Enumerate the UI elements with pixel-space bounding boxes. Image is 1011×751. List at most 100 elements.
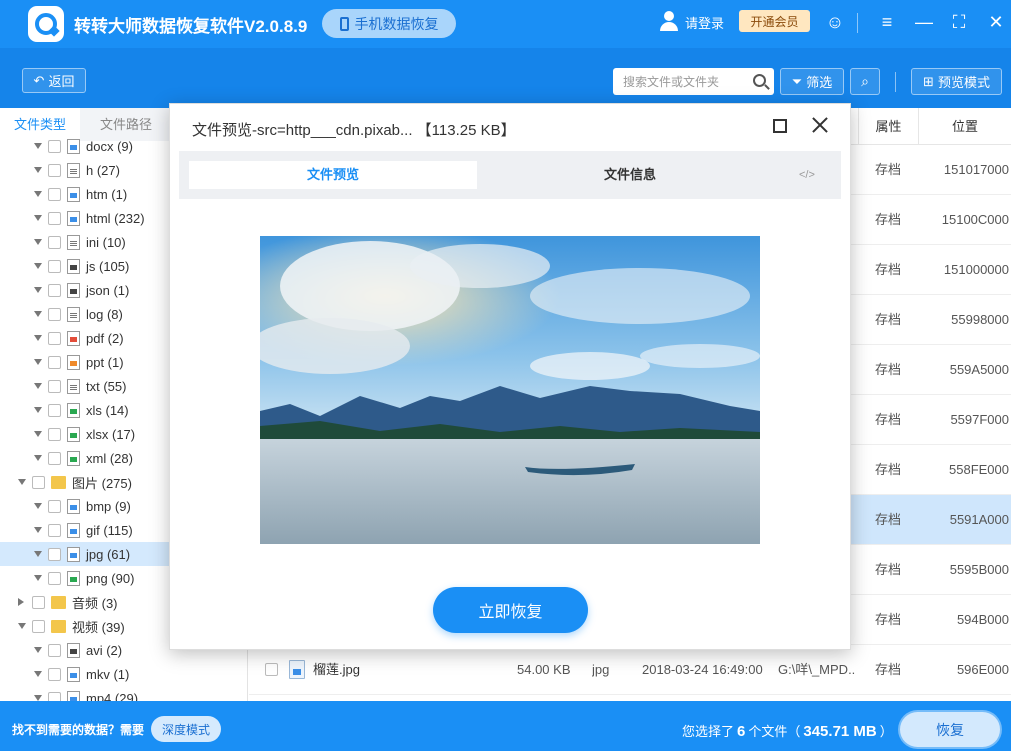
item-checkbox[interactable]: [48, 283, 61, 297]
row-checkbox[interactable]: [265, 663, 278, 676]
selected-prefix: 您选择了: [682, 724, 735, 739]
item-checkbox[interactable]: [48, 379, 61, 393]
item-checkbox[interactable]: [48, 163, 61, 177]
expand-arrow-icon[interactable]: [34, 143, 42, 149]
user-icon[interactable]: [660, 11, 678, 31]
item-checkbox[interactable]: [48, 427, 61, 441]
attr-cell: 存档: [874, 362, 901, 377]
dialog-close-icon[interactable]: [811, 116, 829, 134]
header-attr[interactable]: 属性: [858, 108, 918, 145]
file-type-icon: [67, 426, 80, 442]
search-icon[interactable]: [753, 74, 766, 87]
expand-arrow-icon[interactable]: [34, 383, 42, 389]
recover-now-button[interactable]: 立即恢复: [433, 587, 588, 633]
toolbar: ↶ 返回 ⏷ 筛选 ⌕ ⊞ 预览模式: [0, 48, 1011, 108]
expand-arrow-icon[interactable]: [34, 551, 42, 557]
expand-arrow-icon[interactable]: [34, 215, 42, 221]
expand-arrow-icon[interactable]: [34, 359, 42, 365]
filter-button[interactable]: ⏷ 筛选: [780, 68, 844, 95]
preview-mode-button[interactable]: ⊞ 预览模式: [911, 68, 1002, 95]
item-checkbox[interactable]: [48, 355, 61, 369]
item-checkbox[interactable]: [32, 619, 45, 633]
item-checkbox[interactable]: [48, 139, 61, 153]
sidebar-item-label: avi (2): [86, 642, 123, 658]
zoom-search-button[interactable]: ⌕: [850, 68, 880, 95]
expand-arrow-icon[interactable]: [18, 479, 26, 485]
login-link[interactable]: 请登录: [685, 13, 724, 32]
filter-icon: ⏷: [791, 73, 803, 89]
code-view-icon[interactable]: </>: [799, 161, 815, 189]
tab-file-preview[interactable]: 文件预览: [189, 161, 477, 189]
item-checkbox[interactable]: [48, 331, 61, 345]
file-type-icon: [67, 378, 80, 394]
expand-arrow-icon[interactable]: [34, 191, 42, 197]
item-checkbox[interactable]: [48, 499, 61, 513]
expand-arrow-icon[interactable]: [34, 671, 42, 677]
grid-icon: ⊞: [923, 73, 934, 89]
sidebar-item[interactable]: mkv (1): [0, 662, 247, 686]
file-type-icon: [67, 666, 80, 682]
minimize-icon[interactable]: —: [914, 12, 934, 32]
file-type-icon: [67, 546, 80, 562]
item-checkbox[interactable]: [48, 307, 61, 321]
tab-file-info[interactable]: 文件信息: [485, 161, 775, 189]
expand-arrow-icon[interactable]: [34, 527, 42, 533]
expand-arrow-icon[interactable]: [18, 598, 24, 606]
item-checkbox[interactable]: [48, 523, 61, 537]
item-checkbox[interactable]: [48, 211, 61, 225]
item-checkbox[interactable]: [48, 259, 61, 273]
maximize-icon[interactable]: ⛶: [949, 12, 969, 32]
file-type-icon: [67, 138, 80, 154]
recover-button[interactable]: 恢复: [900, 712, 1000, 747]
expand-arrow-icon[interactable]: [18, 623, 26, 629]
image-file-icon: [289, 660, 305, 679]
expand-arrow-icon[interactable]: [34, 239, 42, 245]
item-checkbox[interactable]: [48, 547, 61, 561]
expand-arrow-icon[interactable]: [34, 455, 42, 461]
item-checkbox[interactable]: [48, 571, 61, 585]
location-cell: 558FE000: [949, 462, 1009, 477]
item-checkbox[interactable]: [48, 667, 61, 681]
location-cell: 5595B000: [949, 562, 1009, 577]
item-checkbox[interactable]: [48, 643, 61, 657]
location-cell: 594B000: [956, 612, 1009, 627]
expand-arrow-icon[interactable]: [34, 311, 42, 317]
expand-arrow-icon[interactable]: [34, 335, 42, 341]
item-checkbox[interactable]: [48, 403, 61, 417]
expand-arrow-icon[interactable]: [34, 503, 42, 509]
expand-arrow-icon[interactable]: [34, 407, 42, 413]
expand-arrow-icon[interactable]: [34, 575, 42, 581]
search-input[interactable]: [623, 71, 748, 92]
item-checkbox[interactable]: [32, 595, 45, 609]
vip-button[interactable]: 开通会员: [739, 10, 810, 32]
item-checkbox[interactable]: [48, 691, 61, 701]
sidebar-item-label: js (105): [86, 258, 130, 274]
sidebar-item[interactable]: mp4 (29): [0, 686, 247, 701]
close-icon[interactable]: ✕: [986, 12, 1006, 32]
expand-arrow-icon[interactable]: [34, 263, 42, 269]
expand-arrow-icon[interactable]: [34, 647, 42, 653]
table-row[interactable]: 榴莲.jpg 54.00 KB jpg 2018-03-24 16:49:00 G:\咩…: [249, 645, 1011, 695]
expand-arrow-icon[interactable]: [34, 287, 42, 293]
expand-arrow-icon[interactable]: [34, 167, 42, 173]
search-box[interactable]: [613, 68, 774, 95]
folder-icon: [51, 619, 66, 633]
menu-icon[interactable]: ≡: [877, 12, 897, 32]
dialog-title: 文件预览-src=http___cdn.pixab... 【113.25 KB】: [192, 122, 516, 139]
back-button[interactable]: ↶ 返回: [22, 68, 86, 93]
item-checkbox[interactable]: [48, 235, 61, 249]
deep-mode-button[interactable]: 深度模式: [151, 716, 221, 742]
item-checkbox[interactable]: [32, 475, 45, 489]
support-icon[interactable]: ☺: [825, 12, 845, 32]
expand-arrow-icon[interactable]: [34, 431, 42, 437]
header-location[interactable]: 位置: [918, 108, 1011, 145]
sidebar-item-label: xml (28): [86, 450, 133, 466]
file-path-cell: G:\咩\_MPD...: [778, 662, 856, 677]
preview-mode-label: 预览模式: [937, 75, 990, 90]
phone-recovery-button[interactable]: 手机数据恢复: [322, 9, 456, 38]
sidebar-item-label: 图片 (275): [72, 475, 132, 491]
item-checkbox[interactable]: [48, 451, 61, 465]
item-checkbox[interactable]: [48, 187, 61, 201]
dialog-maximize-icon[interactable]: [773, 119, 787, 133]
selected-mid: 个文件（: [748, 724, 801, 739]
